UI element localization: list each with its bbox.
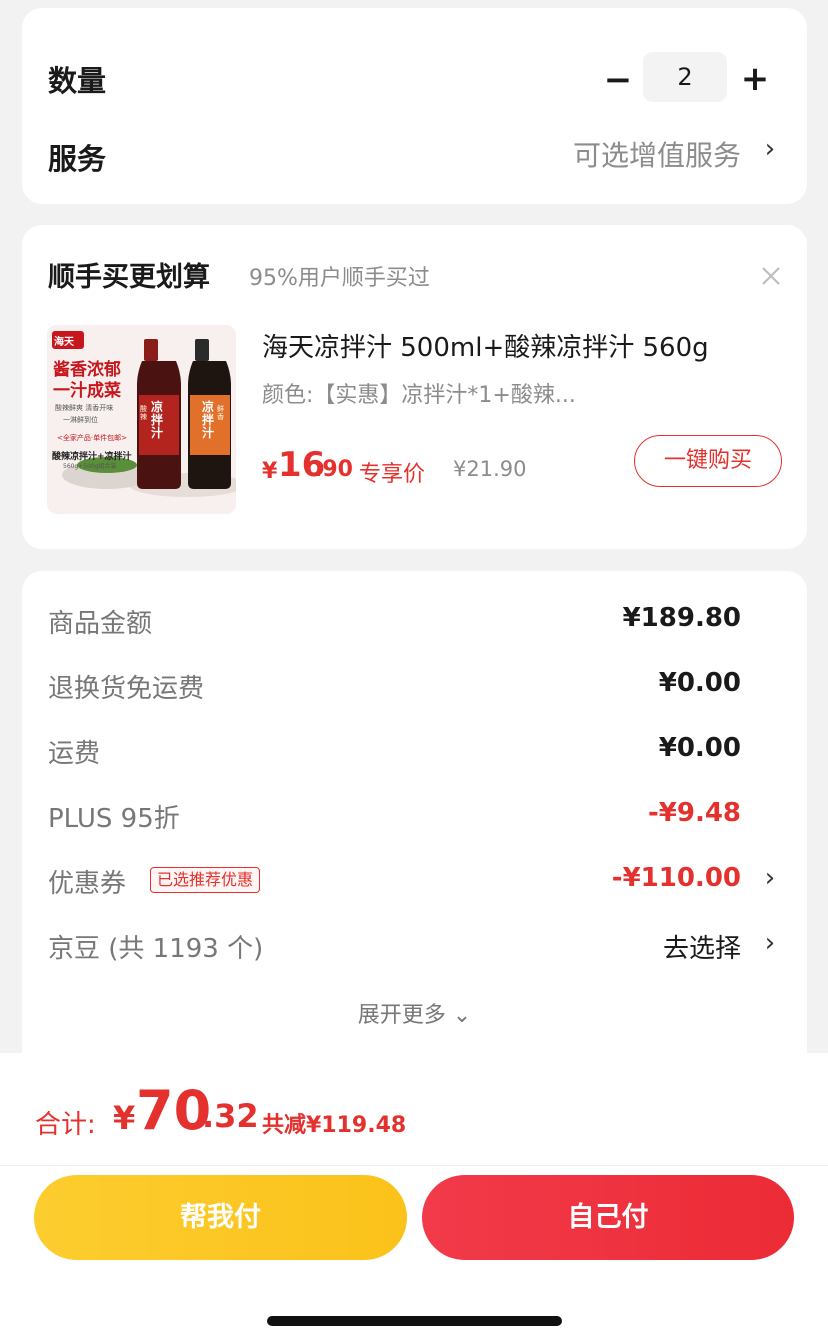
- recommend-subtitle: 95%用户顺手买过: [249, 266, 430, 291]
- jingdou-label[interactable]: 京豆 (共 1193 个): [48, 928, 263, 965]
- service-value-link[interactable]: 可选增值服务: [573, 134, 741, 174]
- plus-discount-label: PLUS 95折: [48, 804, 180, 834]
- product-image-slogan2: 一汁成菜: [53, 381, 121, 401]
- expand-more-button[interactable]: 展开更多 ⌄: [22, 997, 807, 1029]
- total-currency: ¥: [113, 1099, 136, 1137]
- product-price-decimal: .90: [314, 457, 353, 482]
- goods-amount-label: 商品金额: [48, 609, 153, 639]
- product-image-bottle2-tag: 鲜香: [217, 405, 224, 421]
- shipping-fee-label: 运费: [48, 739, 101, 769]
- plus-discount-value: -¥9.48: [647, 798, 741, 828]
- quantity-label: 数量: [48, 64, 107, 98]
- return-shipping-label: 退换货免运费: [48, 674, 205, 704]
- product-price-tag: 专享价: [359, 462, 426, 487]
- quantity-decrease-button[interactable]: −: [600, 62, 636, 98]
- product-spec: 颜色:【实惠】凉拌汁*1+酸辣...: [262, 383, 576, 408]
- product-name[interactable]: 海天凉拌汁 500ml+酸辣凉拌汁 560g: [262, 327, 782, 364]
- jingdou-select-link[interactable]: 去选择: [663, 928, 741, 965]
- product-image-bottle1-tag: 酸辣: [140, 405, 147, 421]
- total-label: 合计:: [35, 1110, 96, 1140]
- service-chevron-right-icon[interactable]: ›: [758, 134, 782, 164]
- product-price-currency: ¥: [262, 459, 278, 484]
- product-original-price: ¥21.90: [453, 457, 527, 481]
- product-image-promo: <全家产品·单件包邮>: [57, 434, 127, 442]
- price-detail-card: 商品金额 ¥189.80 退换货免运费 ¥0.00 运费 ¥0.00 PLUS …: [22, 571, 807, 1071]
- product-image-feature1: 酸辣鲜爽 清香开味: [55, 404, 114, 412]
- quantity-service-card: 数量 − 2 + 服务 可选增值服务 ›: [22, 8, 807, 204]
- product-image-bottle2-label: 凉拌汁: [202, 400, 215, 440]
- one-click-buy-button[interactable]: 一键购买: [634, 435, 782, 487]
- return-shipping-value: ¥0.00: [658, 668, 741, 698]
- product-image-bottle1-label: 凉拌汁: [151, 400, 164, 440]
- pay-myself-button[interactable]: 自己付: [422, 1175, 794, 1260]
- shipping-fee-value: ¥0.00: [658, 733, 741, 763]
- product-image-combo-sub: 560g+500g组合装: [63, 463, 117, 470]
- home-indicator[interactable]: [267, 1316, 562, 1326]
- jingdou-chevron-right-icon[interactable]: ›: [758, 928, 782, 958]
- close-icon[interactable]: [756, 261, 786, 291]
- total-integer: 70: [136, 1079, 212, 1142]
- coupon-chevron-right-icon[interactable]: ›: [758, 863, 782, 893]
- help-me-pay-button[interactable]: 帮我付: [34, 1175, 407, 1260]
- goods-amount-value: ¥189.80: [622, 603, 741, 633]
- quantity-input[interactable]: 2: [643, 52, 727, 102]
- product-image-feature2: 一淋鲜到位: [63, 416, 98, 424]
- divider: [0, 1165, 828, 1166]
- product-image[interactable]: 海天 酱香浓郁 一汁成菜 酸辣鲜爽 清香开味 一淋鲜到位 凉拌汁 酸辣 凉拌汁 …: [47, 325, 236, 514]
- total-saved: 共减¥119.48: [262, 1113, 407, 1138]
- recommend-card: 顺手买更划算 95%用户顺手买过 海天 酱香浓郁 一汁成菜 酸辣鲜爽 清香开味 …: [22, 225, 807, 549]
- coupon-selected-badge: 已选推荐优惠: [150, 867, 261, 893]
- total-decimal: .32: [202, 1097, 259, 1135]
- recommend-title: 顺手买更划算: [48, 262, 210, 293]
- coupon-label[interactable]: 优惠券: [48, 863, 126, 900]
- coupon-value[interactable]: -¥110.00: [612, 863, 741, 893]
- service-label: 服务: [48, 142, 107, 176]
- quantity-increase-button[interactable]: +: [737, 58, 773, 100]
- product-image-brand: 海天: [54, 337, 74, 348]
- checkout-bar: 合计: ¥ 70 .32 共减¥119.48 帮我付 自己付: [0, 1053, 828, 1344]
